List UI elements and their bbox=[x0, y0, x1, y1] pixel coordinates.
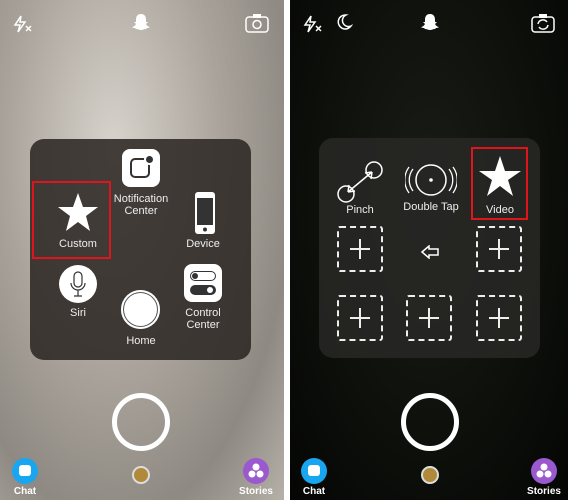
control-center-label: Control Center bbox=[185, 307, 221, 331]
stories-icon bbox=[248, 463, 264, 478]
chat-button[interactable] bbox=[12, 458, 38, 484]
double-tap-icon[interactable] bbox=[405, 159, 457, 201]
back-arrow-icon[interactable] bbox=[420, 245, 440, 259]
right-screen: Pinch Double Tap Video Chat Stories bbox=[290, 0, 568, 500]
pinch-icon[interactable] bbox=[336, 160, 384, 204]
add-gesture-button[interactable] bbox=[337, 226, 383, 272]
chat-button[interactable] bbox=[301, 458, 327, 484]
add-gesture-button[interactable] bbox=[476, 226, 522, 272]
stories-label[interactable]: Stories bbox=[519, 486, 568, 497]
snapchat-ghost-icon[interactable] bbox=[420, 12, 440, 32]
snapchat-ghost-icon[interactable] bbox=[131, 12, 151, 32]
switch-camera-icon[interactable] bbox=[530, 12, 556, 34]
video-label: Video bbox=[486, 204, 514, 216]
stories-icon bbox=[536, 463, 552, 478]
home-button[interactable] bbox=[121, 290, 160, 329]
assistive-touch-menu: Notification Center Custom Device Siri H… bbox=[30, 139, 251, 360]
avatar[interactable] bbox=[132, 466, 150, 484]
chat-label[interactable]: Chat bbox=[290, 486, 339, 497]
chat-bubble-icon bbox=[308, 465, 320, 476]
chat-bubble-icon bbox=[19, 465, 31, 476]
star-icon[interactable] bbox=[477, 154, 523, 198]
control-center-button[interactable] bbox=[184, 264, 222, 302]
custom-gestures-menu: Pinch Double Tap Video bbox=[319, 138, 540, 358]
add-gesture-button[interactable] bbox=[406, 295, 452, 341]
star-icon[interactable] bbox=[56, 191, 100, 233]
stories-label[interactable]: Stories bbox=[231, 486, 281, 497]
flash-off-icon[interactable] bbox=[302, 14, 324, 34]
stories-button[interactable] bbox=[243, 458, 269, 484]
add-gesture-button[interactable] bbox=[476, 295, 522, 341]
switch-camera-icon[interactable] bbox=[244, 12, 270, 34]
device-icon[interactable] bbox=[193, 191, 217, 235]
night-mode-moon-icon[interactable] bbox=[335, 13, 353, 31]
home-label: Home bbox=[126, 335, 156, 347]
flash-off-icon[interactable] bbox=[12, 14, 34, 34]
add-gesture-button[interactable] bbox=[337, 295, 383, 341]
notification-center-button[interactable] bbox=[122, 149, 160, 187]
notification-dot-icon bbox=[144, 154, 155, 165]
stories-button[interactable] bbox=[531, 458, 557, 484]
capture-button[interactable] bbox=[112, 393, 170, 451]
custom-label: Custom bbox=[59, 238, 97, 250]
device-label: Device bbox=[186, 238, 220, 250]
siri-icon[interactable] bbox=[59, 265, 97, 303]
avatar[interactable] bbox=[421, 466, 439, 484]
capture-button[interactable] bbox=[401, 393, 459, 451]
siri-label: Siri bbox=[70, 307, 86, 319]
chat-label[interactable]: Chat bbox=[0, 486, 50, 497]
left-screen: Notification Center Custom Device Siri H… bbox=[0, 0, 284, 500]
